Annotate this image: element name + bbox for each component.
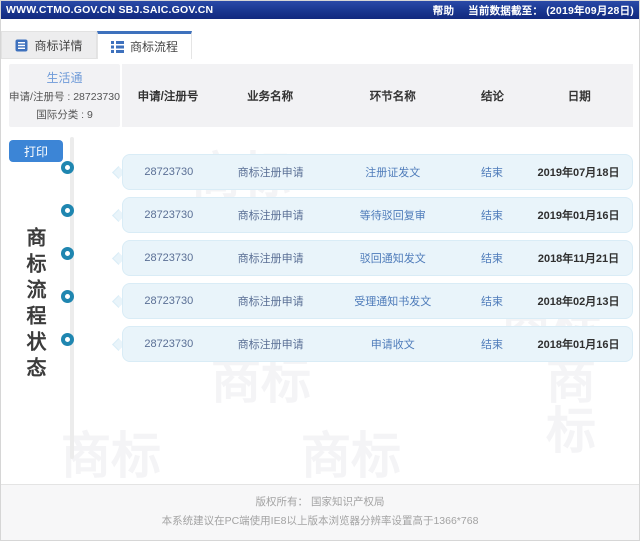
row-conclusion: 结束 [480, 339, 503, 351]
tab-trademark-process[interactable]: 商标流程 [97, 31, 192, 59]
row-application-number: 28723730 [144, 295, 194, 307]
vertical-status-title: 商标流程状态 [23, 227, 45, 383]
row-application-number: 28723730 [144, 338, 194, 350]
row-business-name: 商标注册申请 [237, 210, 304, 222]
row-conclusion: 结束 [480, 253, 503, 265]
timeline-node [61, 290, 74, 303]
page: WWW.CTMO.GOV.CN SBJ.SAIC.GOV.CN 帮助 当前数据截… [0, 0, 640, 541]
tab-bar: 商标详情 商标流程 [1, 31, 192, 59]
registration-number: 申请/注册号 : 28723730 [9, 91, 120, 103]
help-link[interactable]: 帮助 [433, 3, 454, 18]
row-date: 2018年11月21日 [537, 253, 620, 265]
row-application-number: 28723730 [144, 209, 194, 221]
row-step-link[interactable]: 驳回通知发文 [327, 250, 459, 266]
watermark: 商标 [211, 353, 311, 409]
row-date: 2018年02月13日 [537, 296, 620, 308]
tab-trademark-details[interactable]: 商标详情 [1, 31, 97, 59]
header-business-name: 业务名称 [247, 90, 294, 103]
row-conclusion: 结束 [480, 210, 503, 222]
data-cutoff-label: 当前数据截至： (2019年09月28日) [468, 4, 634, 17]
row-step-link[interactable]: 受理通知书发文 [327, 293, 459, 309]
row-application-number: 28723730 [144, 252, 194, 264]
row-step-link[interactable]: 申请收文 [327, 336, 459, 352]
row-business-name: 商标注册申请 [237, 253, 304, 265]
header-conclusion: 结论 [480, 90, 504, 103]
watermark: 商标 [61, 428, 161, 484]
table-row: 28723730 商标注册申请 申请收文 结束 2018年01月16日 [122, 326, 633, 362]
table-row: 28723730 商标注册申请 受理通知书发文 结束 2018年02月13日 [122, 283, 633, 319]
tab-label: 商标流程 [129, 40, 178, 54]
footer: 版权所有： 国家知识产权局 本系统建议在PC端使用IE8以上版本浏览器分辨率设置… [1, 484, 639, 540]
row-date: 2018年01月16日 [537, 339, 620, 351]
header-application-number: 申请/注册号 [137, 90, 199, 103]
row-date: 2019年07月18日 [537, 167, 620, 179]
timeline-node [61, 333, 74, 346]
row-business-name: 商标注册申请 [237, 339, 304, 351]
row-application-number: 28723730 [144, 166, 194, 178]
row-conclusion: 结束 [480, 296, 503, 308]
timeline-node [61, 247, 74, 260]
topbar: WWW.CTMO.GOV.CN SBJ.SAIC.GOV.CN 帮助 当前数据截… [1, 1, 639, 19]
row-date: 2019年01月16日 [537, 210, 620, 222]
timeline-node [61, 204, 74, 217]
row-step-link[interactable]: 等待驳回复审 [327, 207, 459, 223]
print-button[interactable]: 打印 [9, 140, 63, 162]
list-icon [110, 40, 124, 53]
table-row: 28723730 商标注册申请 驳回通知发文 结束 2018年11月21日 [122, 240, 633, 276]
site-urls: WWW.CTMO.GOV.CN SBJ.SAIC.GOV.CN [6, 4, 214, 16]
table-row: 28723730 商标注册申请 注册证发文 结束 2019年07月18日 [122, 154, 633, 190]
trademark-name: 生活通 [46, 71, 83, 85]
header-step-name: 环节名称 [369, 90, 416, 103]
row-business-name: 商标注册申请 [237, 167, 304, 179]
watermark: 商标 [301, 428, 401, 484]
copyright-line: 版权所有： 国家知识产权局 [255, 496, 385, 508]
row-business-name: 商标注册申请 [237, 296, 304, 308]
document-icon [15, 39, 28, 52]
international-class: 国际分类 : 9 [36, 109, 93, 121]
browser-advice-line: 本系统建议在PC端使用IE8以上版本浏览器分辨率设置高于1366*768 [161, 515, 479, 527]
tab-label: 商标详情 [34, 38, 83, 53]
trademark-info-panel: 生活通 申请/注册号 : 28723730 国际分类 : 9 [9, 64, 120, 127]
topbar-right: 帮助 当前数据截至： (2019年09月28日) [433, 3, 634, 18]
row-conclusion: 结束 [480, 167, 503, 179]
table-header: 申请/注册号 业务名称 环节名称 结论 日期 [122, 64, 633, 127]
header-date: 日期 [567, 90, 591, 103]
timeline-node [61, 161, 74, 174]
watermark: 商标 [546, 353, 596, 459]
table-row: 28723730 商标注册申请 等待驳回复审 结束 2019年01月16日 [122, 197, 633, 233]
row-step-link[interactable]: 注册证发文 [327, 164, 459, 180]
